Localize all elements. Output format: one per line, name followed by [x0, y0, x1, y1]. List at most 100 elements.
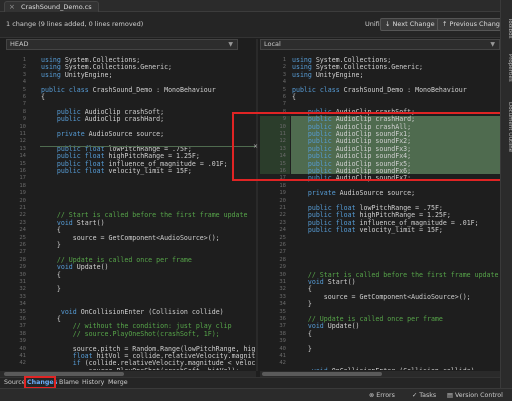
line-number: 28 [19, 256, 26, 263]
code-line: // source.PlayOneShot(crashSoft, 1F); [41, 329, 220, 338]
line-number: 6 [282, 94, 286, 100]
code-line: } [41, 241, 61, 249]
line-number: 40 [279, 345, 286, 352]
previous-change-button[interactable]: ↑ Previous Change [437, 18, 509, 31]
code-line: private AudioSource source; [307, 189, 416, 198]
code-line: } [292, 300, 312, 309]
line-number: 36 [279, 316, 286, 322]
change-summary: 1 change (9 lines added, 0 lines removed… [6, 20, 144, 28]
line-number: 41 [279, 353, 286, 359]
line-number: 5 [22, 86, 26, 93]
line-number: 27 [19, 249, 26, 256]
right-diff-pane[interactable]: 1 2 3 4 5 6 7 8 9 10 11 12 13 14 15 16 17 18 19 20 21 22 23 24 2… [260, 52, 500, 370]
line-number: 18 [279, 182, 286, 189]
line-number: 25 [19, 234, 26, 241]
editor-tab-bar: × CrashSound_Demo.cs [0, 0, 500, 12]
next-change-button[interactable]: ↓ Next Change [380, 18, 440, 31]
line-number: 32 [279, 286, 286, 293]
line-number: 29 [279, 264, 286, 271]
line-number: 14 [19, 153, 26, 160]
chevron-down-icon: ▼ [490, 41, 495, 48]
line-number: 35 [19, 308, 26, 315]
code-line: public AudioClip crashHard; [56, 115, 165, 124]
code-line: using UnityEngine; [41, 70, 113, 79]
code-line: private AudioSource source; [56, 130, 165, 138]
tab-blame[interactable]: Blame [59, 378, 79, 388]
line-number: 10 [19, 123, 26, 130]
line-number: 32 [19, 286, 26, 293]
code-line: { [292, 93, 296, 101]
tab-source[interactable]: Source [4, 378, 26, 388]
right-revision-selector[interactable]: Local ▼ [260, 39, 500, 50]
code-line: public float velocity_limit = 15F; [307, 226, 443, 235]
line-number: 5 [282, 86, 286, 93]
line-number: 1 [22, 57, 26, 63]
code-line: void OnCollisionEnter (Collision collide… [60, 307, 224, 316]
line-number: 24 [19, 227, 26, 234]
tab-merge[interactable]: Merge [108, 378, 128, 388]
chevron-down-icon: ▼ [228, 41, 233, 48]
errors-pad[interactable]: ⊗ Errors [369, 391, 395, 400]
line-number: 27 [279, 249, 286, 256]
line-number: 15 [19, 160, 26, 167]
line-number: 23 [19, 219, 26, 226]
line-number: 20 [19, 197, 26, 204]
right-line-gutter: 1 2 3 4 5 6 7 8 9 10 11 12 13 14 15 16 17 18 19 20 21 22 23 24 2… [260, 52, 290, 370]
code-line: { [41, 270, 61, 279]
line-number: 36 [19, 316, 26, 322]
tasks-pad[interactable]: ✓ Tasks [412, 391, 436, 400]
pane-divider[interactable] [256, 39, 258, 371]
line-number: 16 [19, 168, 26, 174]
line-number: 2 [22, 64, 26, 71]
version-control-pad[interactable]: ▤ Version Control [447, 391, 503, 400]
code-line: } [292, 344, 312, 353]
line-number: 9 [22, 116, 26, 123]
close-tab-icon[interactable]: × [9, 2, 15, 12]
line-number: 39 [19, 338, 26, 345]
line-number: 11 [19, 131, 26, 137]
left-scroll-thumb[interactable] [4, 372, 124, 376]
line-number: 33 [19, 293, 26, 300]
line-number: 24 [279, 227, 286, 234]
line-number: 28 [279, 256, 286, 263]
code-line: source.PlayOneShot(crashSoft, hitVol); [41, 367, 240, 370]
code-line: using UnityEngine; [292, 70, 364, 79]
line-number: 21 [279, 205, 286, 211]
line-number: 3 [22, 71, 26, 78]
line-number: 37 [19, 323, 26, 330]
left-revision-selector[interactable]: HEAD ▼ [6, 39, 238, 50]
view-tabs: Source Changes Blame History Merge [0, 377, 500, 388]
line-number: 41 [19, 353, 26, 359]
line-number: 33 [279, 293, 286, 300]
code-line: { [292, 329, 312, 338]
file-tab-label: CrashSound_Demo.cs [21, 3, 92, 11]
line-number: 12 [19, 138, 26, 145]
file-tab[interactable]: × CrashSound_Demo.cs [4, 1, 99, 12]
properties-pad[interactable]: Properties [502, 54, 512, 82]
code-line: } [41, 285, 61, 294]
line-number: 30 [19, 271, 26, 278]
line-number: 17 [19, 175, 26, 182]
left-diff-pane[interactable]: 1 2 3 4 5 6 7 8 9 10 11 12 13 14 15 16 17 18 19 20 21 22 23 24 2… [0, 52, 256, 370]
right-code-view[interactable]: using System.Collections; using System.Co… [292, 52, 500, 370]
tab-history[interactable]: History [82, 378, 104, 388]
line-number: 34 [279, 301, 286, 308]
code-line: public float velocity_limit = 15F; [56, 167, 192, 175]
code-line: void OnCollisionEnter (Collision collide… [292, 367, 475, 370]
line-number: 31 [19, 279, 26, 285]
right-scroll-thumb[interactable] [262, 372, 382, 376]
line-number: 2 [282, 64, 286, 71]
diff-toolbar: 1 change (9 lines added, 0 lines removed… [0, 12, 509, 38]
line-number: 20 [279, 197, 286, 204]
line-number: 7 [22, 101, 26, 108]
arrow-down-icon: ↓ [385, 20, 393, 28]
document-outline-pad[interactable]: Document Outline [502, 102, 512, 152]
line-number: 42 [19, 360, 26, 367]
line-number: 42 [279, 360, 286, 367]
line-number: 18 [19, 182, 26, 189]
left-code-view[interactable]: using System.Collections; using System.Co… [41, 52, 256, 370]
left-line-gutter: 1 2 3 4 5 6 7 8 9 10 11 12 13 14 15 16 17 18 19 20 21 22 23 24 2… [0, 52, 30, 370]
insertion-marker-line [40, 146, 256, 147]
code-line: { [41, 93, 45, 101]
toolbox-pad[interactable]: Toolbox [502, 18, 512, 39]
